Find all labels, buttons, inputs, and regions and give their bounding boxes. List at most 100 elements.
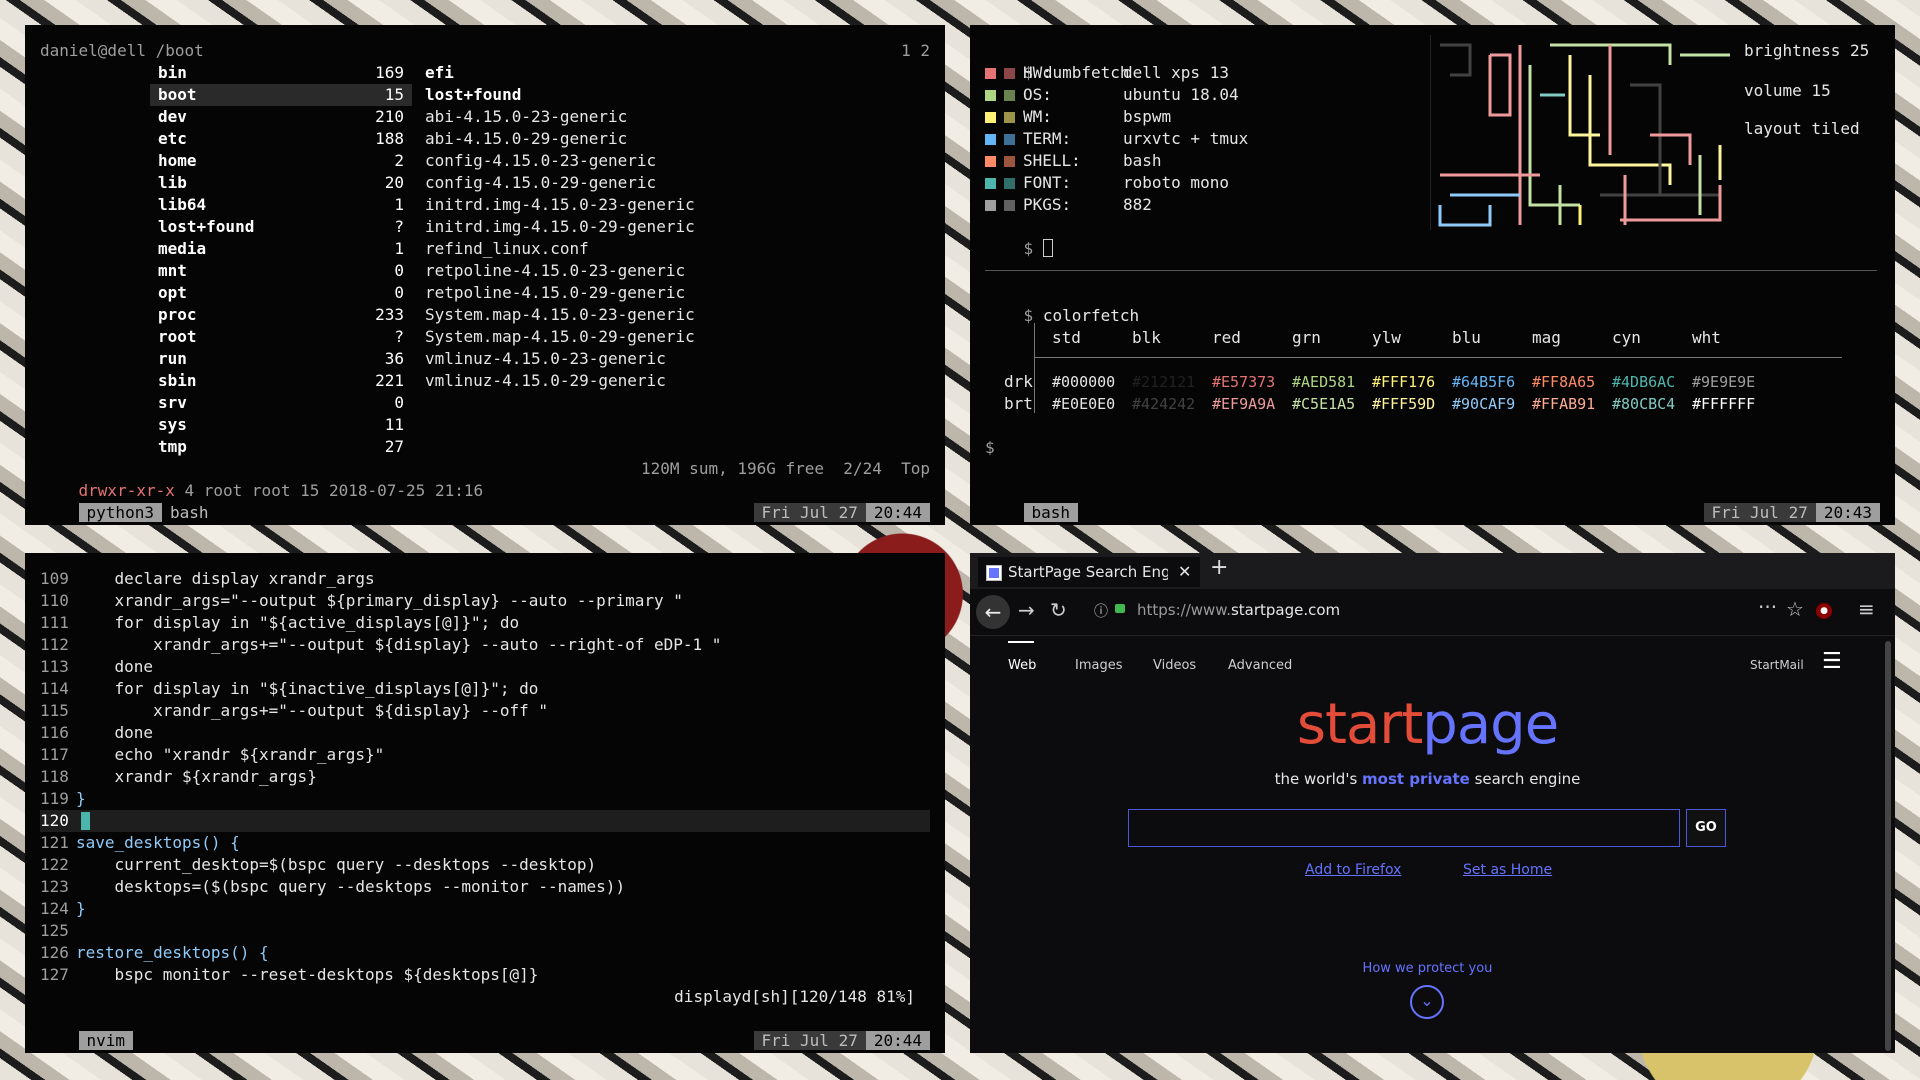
ranger-parent-item[interactable]: sys 11: [150, 414, 412, 436]
code-line: 122 current_desktop=$(bspc query --deskt…: [40, 854, 596, 876]
ranger-pane[interactable]: daniel@dell /boot 1 2 bin 169 boot 15 dev 210…: [25, 25, 945, 525]
ranger-file-item[interactable]: initrd.img-4.15.0-29-generic: [425, 216, 695, 238]
ranger-parent-item[interactable]: etc 188: [150, 128, 412, 150]
search-input[interactable]: [1128, 809, 1680, 847]
color-value: #C5E1A5: [1292, 395, 1356, 413]
tab-bar: StartPage Search Engi ✕ +: [970, 553, 1895, 589]
ranger-file-item[interactable]: retpoline-4.15.0-29-generic: [425, 282, 685, 304]
ranger-parent-item[interactable]: proc 233: [150, 304, 412, 326]
new-tab-icon[interactable]: +: [1210, 555, 1228, 580]
ranger-parent-item[interactable]: opt 0: [150, 282, 412, 304]
code-text: save_desktops() {: [76, 833, 240, 852]
ranger-parent-item[interactable]: lib64 1: [150, 194, 412, 216]
ranger-file-item[interactable]: abi-4.15.0-23-generic: [425, 106, 627, 128]
dir-count: 0: [394, 261, 404, 280]
line-number: 110: [40, 591, 69, 610]
ranger-parent-item[interactable]: run 36: [150, 348, 412, 370]
ranger-parent-item[interactable]: srv 0: [150, 392, 412, 414]
tab-web[interactable]: Web: [1008, 658, 1036, 673]
ranger-parent-item[interactable]: dev 210: [150, 106, 412, 128]
code-line: 119}: [40, 788, 86, 810]
dir-count: 1: [394, 239, 404, 258]
tmux-window-active[interactable]: bash: [1023, 503, 1079, 522]
layout-label: layout tiled: [1744, 119, 1860, 138]
firefox-window[interactable]: StartPage Search Engi ✕ + ← → ↻ ⓘ https:…: [970, 553, 1895, 1053]
bookmark-star-icon[interactable]: ☆: [1786, 597, 1804, 621]
fetch-value: bspwm: [1123, 107, 1172, 126]
ranger-parent-item[interactable]: boot 15: [150, 84, 412, 106]
set-as-home-link[interactable]: Set as Home: [1463, 862, 1552, 878]
brightness-label: brightness 25: [1744, 41, 1870, 60]
reload-icon[interactable]: ↻: [1050, 598, 1067, 622]
close-tab-icon[interactable]: ✕: [1178, 557, 1191, 587]
ranger-file-item[interactable]: System.map-4.15.0-23-generic: [425, 304, 695, 326]
back-icon[interactable]: ←: [976, 595, 1010, 629]
tmux-window[interactable]: bash: [162, 503, 209, 522]
dir-count: 36: [384, 349, 404, 368]
colorfetch-command: colorfetch: [1042, 306, 1140, 325]
ranger-parent-item[interactable]: lost+found?: [150, 216, 412, 238]
tab-advanced[interactable]: Advanced: [1228, 658, 1292, 673]
fetch-value: urxvtc + tmux: [1123, 129, 1249, 148]
tab-videos[interactable]: Videos: [1153, 658, 1196, 673]
code-text: xrandr_args+="--output ${display} --off …: [76, 701, 549, 720]
ranger-parent-item[interactable]: root?: [150, 326, 412, 348]
tmux-status-right: Fri Jul 27 20:44: [715, 480, 930, 546]
add-to-firefox-link[interactable]: Add to Firefox: [1305, 862, 1401, 878]
dir-count: ?: [394, 217, 404, 236]
chevron-down-icon[interactable]: ⌄: [1410, 985, 1444, 1019]
go-button[interactable]: GO: [1686, 809, 1726, 847]
ranger-tabs[interactable]: 1 2: [901, 40, 930, 62]
ranger-parent-item[interactable]: lib 20: [150, 172, 412, 194]
tab-images[interactable]: Images: [1075, 658, 1123, 673]
tab-startpage[interactable]: StartPage Search Engi ✕: [978, 557, 1200, 587]
code-line: 127 bspc monitor --reset-desktops ${desk…: [40, 964, 538, 986]
dir-name: home: [158, 151, 197, 170]
ranger-file-item[interactable]: vmlinuz-4.15.0-23-generic: [425, 348, 666, 370]
line-number: 123: [40, 877, 69, 896]
color-swatch: [985, 178, 996, 189]
ranger-file-item[interactable]: config-4.15.0-29-generic: [425, 172, 656, 194]
nvim-pane[interactable]: 109 declare display xrandr_args 110 xrand…: [25, 553, 945, 1053]
how-we-protect-link[interactable]: How we protect you: [970, 961, 1885, 976]
info-icon[interactable]: ⓘ: [1094, 601, 1108, 621]
ranger-file-item[interactable]: lost+found: [425, 84, 521, 106]
ranger-file-item[interactable]: efi: [425, 62, 454, 84]
ranger-file-item[interactable]: abi-4.15.0-29-generic: [425, 128, 627, 150]
menu-icon[interactable]: ≡: [1858, 597, 1875, 621]
status-time: 20:43: [1815, 503, 1880, 522]
hamburger-menu-icon[interactable]: ☰: [1822, 649, 1842, 674]
fetch-label: WM:: [1023, 107, 1052, 126]
ranger-file-item[interactable]: initrd.img-4.15.0-23-generic: [425, 194, 695, 216]
fetch-pane[interactable]: $ dumbfetch HW: dell xps 13 OS: ubuntu 18.0…: [970, 25, 1895, 525]
ranger-file-item[interactable]: retpoline-4.15.0-23-generic: [425, 260, 685, 282]
nvim-file-status: displayd[sh][120/148 81%]: [674, 987, 915, 1006]
color-value: #64B5F6: [1452, 373, 1516, 391]
url-field[interactable]: https://www.startpage.com: [1137, 601, 1340, 619]
color-value: #424242: [1132, 395, 1196, 413]
ranger-parent-item[interactable]: mnt 0: [150, 260, 412, 282]
ranger-parent-item[interactable]: bin 169: [150, 62, 412, 84]
ranger-file-item[interactable]: System.map-4.15.0-29-generic: [425, 326, 695, 348]
ranger-file-item[interactable]: vmlinuz-4.15.0-29-generic: [425, 370, 666, 392]
fetch-label: SHELL:: [1023, 151, 1081, 170]
color-value: #4DB6AC: [1612, 373, 1676, 391]
startmail-link[interactable]: StartMail: [1750, 658, 1804, 672]
fetch-label: HW:: [1023, 63, 1052, 82]
ranger-parent-item[interactable]: tmp 27: [150, 436, 412, 458]
ranger-file-item[interactable]: refind_linux.conf: [425, 238, 589, 260]
fetch-value: 882: [1123, 195, 1152, 214]
code-line: 112 xrandr_args+="--output ${display} --…: [40, 634, 721, 656]
ranger-file-item[interactable]: config-4.15.0-23-generic: [425, 150, 656, 172]
code-line: 110 xrandr_args="--output ${primary_disp…: [40, 590, 683, 612]
ranger-parent-item[interactable]: home 2: [150, 150, 412, 172]
tmux-window-active[interactable]: python3: [78, 503, 162, 522]
color-header-blu: blu: [1452, 328, 1481, 347]
ublock-icon[interactable]: ●: [1816, 603, 1832, 619]
ranger-parent-item[interactable]: media 1: [150, 238, 412, 260]
tmux-window-active[interactable]: nvim: [78, 1031, 134, 1050]
forward-icon[interactable]: →: [1018, 598, 1035, 622]
more-icon[interactable]: ···: [1758, 595, 1777, 619]
page-scrollbar[interactable]: [1885, 641, 1891, 1051]
ranger-parent-item[interactable]: sbin 221: [150, 370, 412, 392]
